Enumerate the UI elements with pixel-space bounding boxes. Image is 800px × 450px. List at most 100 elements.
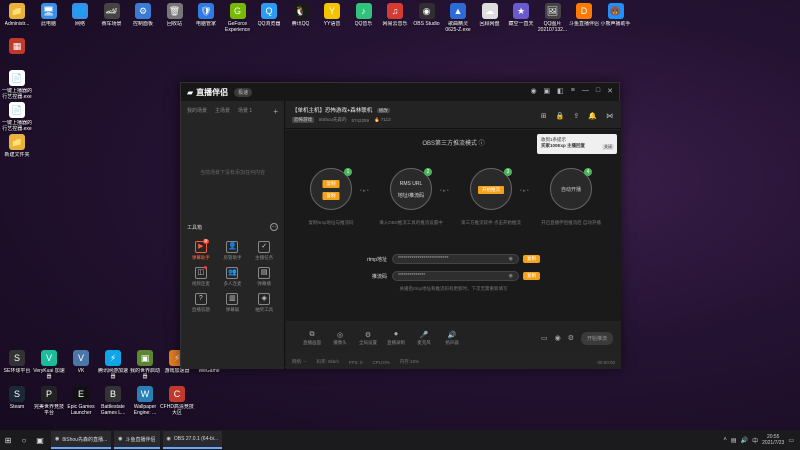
search-icon[interactable]: ○	[16, 436, 32, 445]
channel-title[interactable]: 【单机主机】恐怖游戏+森林联机	[292, 108, 372, 114]
desktop-shortcut[interactable]: B Battlestate Games L...	[96, 386, 130, 416]
gift-icon[interactable]: ⊞	[541, 112, 547, 120]
toolbar-button[interactable]: 🔊 扬声器	[438, 331, 466, 346]
start-stream-button[interactable]: 开始推流	[580, 331, 613, 345]
desktop-shortcut-label: OBS Studio	[413, 21, 440, 27]
toolbar-button[interactable]: ⏺ 直播录制	[382, 331, 410, 346]
clock[interactable]: 20:55 2021/7/23	[762, 434, 784, 446]
desktop-shortcut[interactable]: G GeForce Experience	[221, 3, 255, 33]
tool-item[interactable]: 👥 多人连麦	[217, 267, 249, 287]
tool-item[interactable]: ▤ 弹幕播	[248, 267, 280, 287]
tab-my-scene[interactable]: 我的场景	[187, 107, 207, 116]
tencent-accel-icon: ⚡	[105, 350, 121, 366]
network-tray-icon[interactable]: ▤	[731, 437, 737, 444]
desktop-shortcut[interactable]: ▲ 歌曲精灵 0625-Z.exe	[441, 3, 475, 33]
taskbar-app[interactable]: ◉ 8iShou先森的直播...	[51, 431, 112, 449]
desktop-shortcut[interactable]: V VK	[64, 350, 98, 374]
minimize-icon[interactable]: —	[582, 87, 589, 95]
settings-gear-icon[interactable]: ⚙	[568, 334, 574, 342]
tool-item[interactable]: 👤 房管助手	[217, 241, 249, 261]
desktop-shortcut[interactable]: 🗑 回收站	[158, 3, 192, 27]
tab-main-scene[interactable]: 主场景	[215, 107, 230, 116]
tool-item[interactable]: ◫ 视频连麦	[185, 266, 217, 287]
show-rtmp-icon[interactable]: ◉	[509, 255, 513, 263]
tool-item[interactable]: ▶ 弹幕助手新	[185, 239, 217, 261]
category-badge[interactable]: 恐怖游戏	[292, 117, 314, 123]
edit-title-button[interactable]: 修改	[376, 108, 390, 113]
desktop-shortcut[interactable]: S Steam	[0, 386, 34, 410]
desktop-shortcut[interactable]: 📄 一键上播器的行艺控器.exe	[0, 70, 34, 100]
copy-key-button[interactable]: 复制	[523, 272, 540, 280]
tool-item[interactable]: ▥ 弹幕娱	[217, 293, 249, 313]
desktop-shortcut[interactable]: 🏎 赛车场景	[95, 3, 129, 27]
douyu-icon: ◉	[118, 436, 123, 442]
desktop-shortcut[interactable]: 📁 新建文件夹	[0, 134, 34, 158]
desktop-shortcut[interactable]: ★ 藏空一直天	[504, 3, 538, 27]
promo-popup[interactable]: 收到1条提示 买家100Exp 主播回复 关闭	[537, 134, 617, 154]
desktop-shortcut[interactable]: ⚡ 腾讯网游加速器	[96, 350, 130, 380]
desktop-shortcut[interactable]: W Wallpaper Engine: ...	[128, 386, 162, 416]
desktop-shortcut[interactable]: 📄 一键上播器的行艺控器.exe	[0, 102, 34, 132]
promo-close-button[interactable]: 关闭	[602, 144, 614, 150]
desktop-shortcut-label: 斗鱼直播伴侣	[568, 21, 599, 27]
show-key-icon[interactable]: ◉	[509, 272, 513, 280]
desktop-shortcut[interactable]: P 完美世界竞技平台	[32, 386, 66, 416]
help-icon[interactable]: ⓘ	[479, 141, 485, 147]
bell-icon[interactable]: 🔔	[588, 112, 597, 120]
desktop-shortcut[interactable]: Q QQ浏览器	[252, 3, 286, 27]
volume-icon[interactable]: 🔊	[741, 437, 748, 444]
upload-icon[interactable]: ⇪	[573, 112, 579, 120]
lock-icon[interactable]: 🔒	[556, 112, 565, 120]
desktop-shortcut[interactable]: ▦	[0, 38, 34, 56]
obs-icon: ◉	[418, 3, 435, 19]
desktop-shortcut[interactable]: ⚙ 控制面板	[126, 3, 160, 27]
desktop-shortcut[interactable]: C CFHD高清竞技大区	[160, 386, 194, 416]
avatar[interactable]: ◉	[530, 87, 536, 95]
desktop-shortcut[interactable]: ▣ 我的世界启动器	[128, 350, 162, 380]
taskbar-app[interactable]: ◉ OBS 27.0.1 (64-bi...	[162, 431, 223, 449]
toolbar-button[interactable]: ⚙ 全局设置	[354, 331, 382, 346]
taskbar-app[interactable]: ◉ 斗鱼直播伴侣	[114, 431, 160, 449]
notification-icon[interactable]: ▭	[788, 437, 794, 444]
tool-item[interactable]: ✓ 主播任务	[248, 241, 280, 261]
desktop-shortcut[interactable]: S SE环球平台	[0, 350, 34, 374]
desktop-shortcut[interactable]: ◉ OBS Studio	[410, 3, 444, 27]
desktop-shortcut[interactable]: 🐻 小熊声播助手	[599, 3, 633, 27]
tool-item[interactable]: ? 直播答题	[185, 293, 217, 313]
close-icon[interactable]: ✕	[607, 87, 613, 95]
camera-icon[interactable]: ▭	[541, 334, 548, 342]
desktop-shortcut[interactable]: ♪ QQ音乐	[347, 3, 381, 27]
menu-icon[interactable]: ≡	[571, 87, 575, 95]
desktop-shortcut[interactable]: V VeryKuai 加速器	[32, 350, 66, 380]
tab-scene-1[interactable]: 场景 1	[238, 107, 252, 116]
preview-eye-icon[interactable]: ◉	[555, 334, 561, 342]
share-icon[interactable]: ⋈	[606, 112, 613, 120]
desktop-shortcut[interactable]: 🖼 QQ图片 2021071​32...	[536, 3, 570, 33]
ime-icon[interactable]: 中	[752, 436, 758, 445]
rtmp-field[interactable]: ************************** ◉	[392, 254, 519, 264]
desktop-shortcut[interactable]: 🌐 网络	[63, 3, 97, 27]
skin-icon[interactable]: ◧	[557, 87, 564, 95]
desktop-shortcut[interactable]: Y YY语音	[315, 3, 349, 27]
desktop-shortcut[interactable]: ♫ 网易云音乐	[378, 3, 412, 27]
desktop-shortcut[interactable]: 🛡 电脑管家	[189, 3, 223, 27]
desktop-shortcut[interactable]: 🖥 此电脑	[32, 3, 66, 27]
tray-arrow-icon[interactable]: ˄	[723, 437, 727, 443]
start-menu-icon[interactable]: ⊞	[0, 436, 16, 445]
toolbar-button[interactable]: 🎤 麦克风	[410, 331, 438, 346]
toolbar-button[interactable]: ⧉ 直播画面	[298, 331, 326, 346]
stream-key-field[interactable]: ************** ◉	[392, 271, 519, 281]
desktop-shortcut[interactable]: E Epic Games Launcher	[64, 386, 98, 416]
tool-item[interactable]: ◈ 抽奖工具	[248, 293, 280, 313]
desktop-shortcut[interactable]: 📁 Administr...	[0, 3, 34, 27]
message-icon[interactable]: ▣	[544, 87, 551, 95]
toolbar-button[interactable]: ◎ 摄像头	[326, 331, 354, 346]
desktop-shortcut[interactable]: D 斗鱼直播伴侣	[567, 3, 601, 27]
desktop-shortcut[interactable]: 🐧 腾讯QQ	[284, 3, 318, 27]
more-tools-icon[interactable]: ⋯	[270, 223, 278, 231]
maximize-icon[interactable]: □	[596, 87, 600, 95]
task-view-icon[interactable]: ▣	[32, 436, 48, 445]
copy-rtmp-button[interactable]: 复制	[523, 255, 540, 263]
desktop-shortcut[interactable]: ☁ 回顾网盘	[473, 3, 507, 27]
add-scene-icon[interactable]: +	[273, 107, 278, 116]
